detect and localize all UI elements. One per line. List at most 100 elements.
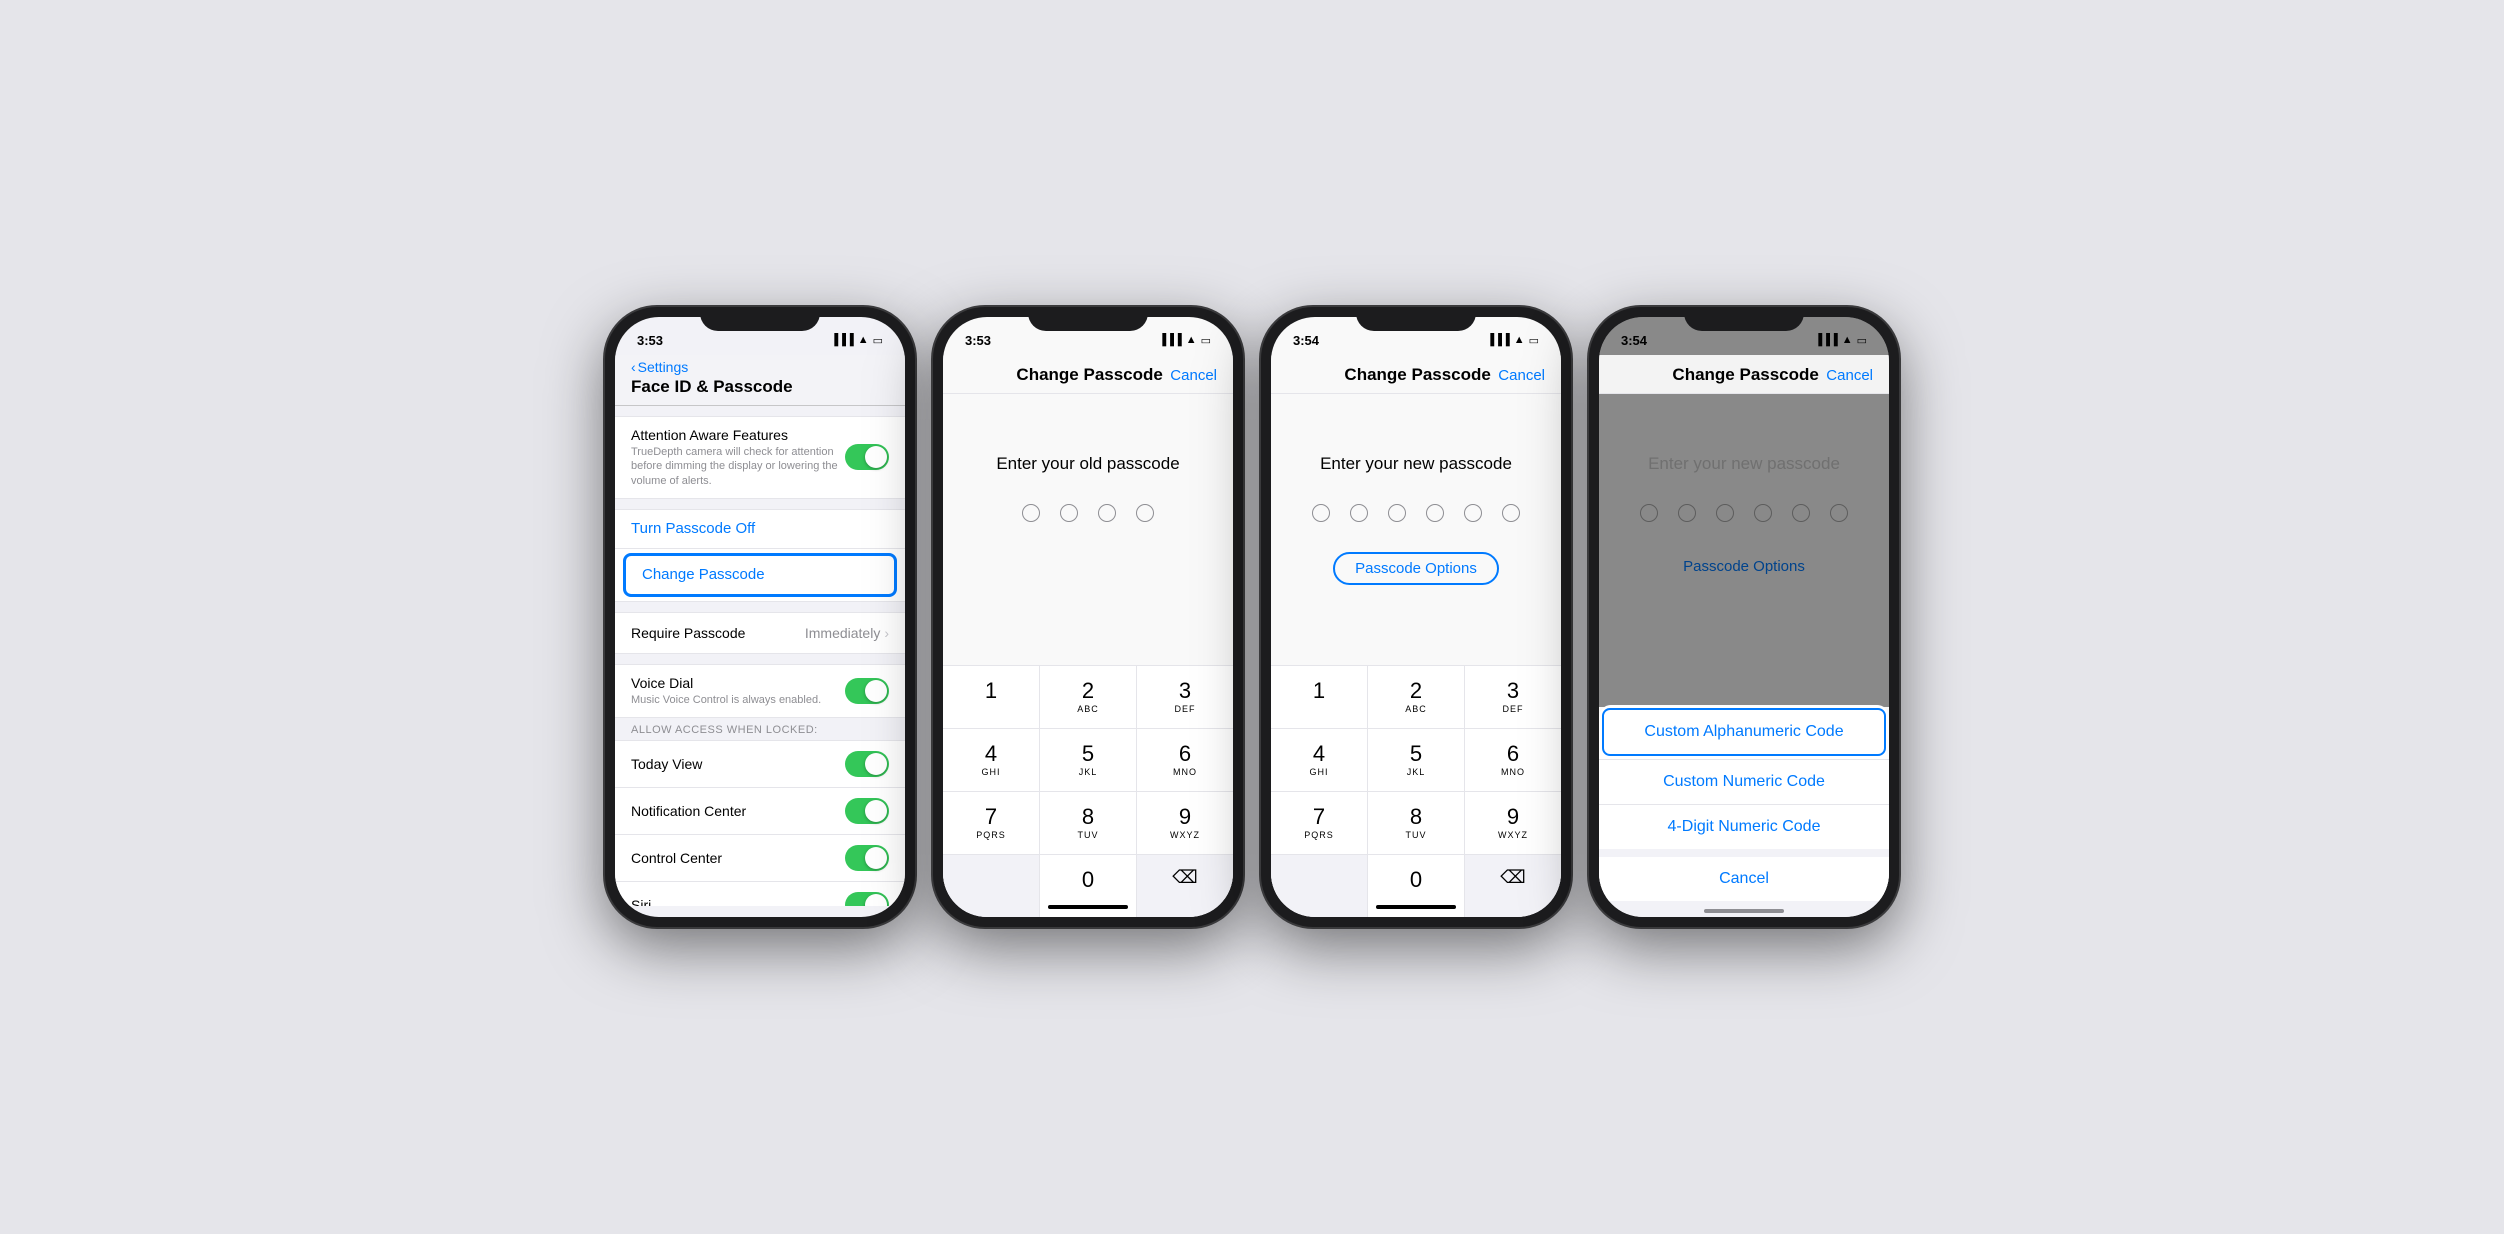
wifi-icon: ▲	[858, 334, 869, 346]
signal-icon-4: ▐▐▐	[1814, 334, 1837, 346]
cancel-btn-4[interactable]: Cancel	[1826, 367, 1873, 384]
home-bar-4	[1704, 909, 1784, 913]
custom-numeric-item[interactable]: Custom Numeric Code	[1599, 759, 1889, 804]
require-detail: Immediately	[805, 625, 880, 641]
page-title-1: Face ID & Passcode	[631, 377, 889, 397]
notification-center-label: Notification Center	[631, 803, 746, 819]
turn-passcode-off-row[interactable]: Turn Passcode Off	[615, 509, 905, 549]
key-3-5[interactable]: 5JKL	[1368, 729, 1464, 791]
key-3-8[interactable]: 8TUV	[1368, 792, 1464, 854]
passcode-dots-3	[1271, 504, 1561, 522]
allow-access-header: ALLOW ACCESS WHEN LOCKED:	[615, 718, 905, 740]
voice-dial-toggle[interactable]	[845, 678, 889, 704]
dot-2-3	[1098, 504, 1116, 522]
require-passcode-row[interactable]: Require Passcode Immediately ›	[615, 612, 905, 654]
wifi-icon-3: ▲	[1514, 334, 1525, 346]
require-chevron: ›	[884, 625, 889, 641]
today-view-toggle[interactable]	[845, 751, 889, 777]
wifi-icon-2: ▲	[1186, 334, 1197, 346]
action-sheet-cancel[interactable]: Cancel	[1599, 857, 1889, 901]
today-view-label: Today View	[631, 756, 702, 772]
status-icons-2: ▐▐▐ ▲ ▭	[1158, 334, 1211, 347]
row-attention: Attention Aware Features TrueDepth camer…	[615, 416, 905, 499]
custom-alpha-item[interactable]: Custom Alphanumeric Code	[1602, 708, 1886, 756]
key-2-1[interactable]: 1	[943, 666, 1039, 728]
custom-alpha-wrapper: Custom Alphanumeric Code	[1599, 705, 1889, 759]
voice-dial-label: Voice Dial	[631, 675, 821, 691]
action-sheet-4: Custom Alphanumeric Code Custom Numeric …	[1599, 705, 1889, 917]
back-label-1: Settings	[638, 359, 689, 375]
time-4: 3:54	[1621, 333, 1647, 348]
key-3-3[interactable]: 3DEF	[1465, 666, 1561, 728]
battery-icon-4: ▭	[1857, 334, 1867, 347]
status-icons-3: ▐▐▐ ▲ ▭	[1486, 334, 1539, 347]
key-3-6[interactable]: 6MNO	[1465, 729, 1561, 791]
require-label: Require Passcode	[631, 625, 745, 641]
settings-content-1: Attention Aware Features TrueDepth camer…	[615, 406, 905, 906]
notch-4	[1684, 307, 1804, 331]
home-indicator-2	[943, 905, 1233, 909]
key-2-6[interactable]: 6MNO	[1137, 729, 1233, 791]
phones-container: 3:53 ▐▐▐ ▲ ▭ ‹ Settings Face ID & Passco…	[605, 307, 1899, 927]
attention-label: Attention Aware Features	[631, 427, 845, 443]
numpad-3: 1 2ABC 3DEF 4GHI 5JKL 6MNO 7PQRS 8TUV 9W…	[1271, 665, 1561, 917]
change-passcode-wrapper: Change Passcode	[615, 549, 905, 602]
key-2-9[interactable]: 9WXYZ	[1137, 792, 1233, 854]
key-3-1[interactable]: 1	[1271, 666, 1367, 728]
phone-3: 3:54 ▐▐▐ ▲ ▭ Change Passcode Cancel Ente…	[1261, 307, 1571, 927]
status-icons-4: ▐▐▐ ▲ ▭	[1814, 334, 1867, 347]
passcode-prompt-2: Enter your old passcode	[943, 454, 1233, 474]
key-2-3[interactable]: 3DEF	[1137, 666, 1233, 728]
cancel-btn-2[interactable]: Cancel	[1170, 367, 1217, 384]
key-2-8[interactable]: 8TUV	[1040, 792, 1136, 854]
key-3-2[interactable]: 2ABC	[1368, 666, 1464, 728]
passcode-nav-4: Change Passcode Cancel	[1599, 355, 1889, 394]
dot-2-1	[1022, 504, 1040, 522]
four-digit-item[interactable]: 4-Digit Numeric Code	[1599, 804, 1889, 849]
wifi-icon-4: ▲	[1842, 334, 1853, 346]
signal-icon: ▐▐▐	[830, 334, 853, 346]
notification-center-toggle[interactable]	[845, 798, 889, 824]
cancel-btn-3[interactable]: Cancel	[1498, 367, 1545, 384]
dot-3-3	[1388, 504, 1406, 522]
key-2-2[interactable]: 2ABC	[1040, 666, 1136, 728]
passcode-options-btn-3[interactable]: Passcode Options	[1333, 552, 1499, 585]
key-3-4[interactable]: 4GHI	[1271, 729, 1367, 791]
notch-3	[1356, 307, 1476, 331]
dot-2-4	[1136, 504, 1154, 522]
attention-sub: TrueDepth camera will check for attentio…	[631, 445, 845, 488]
siri-row: Siri	[615, 882, 905, 906]
attention-toggle[interactable]	[845, 444, 889, 470]
home-bar-3	[1376, 905, 1456, 909]
today-view-row: Today View	[615, 740, 905, 788]
back-button-1[interactable]: ‹ Settings	[631, 359, 889, 375]
change-passcode-label: Change Passcode	[642, 566, 765, 583]
time-1: 3:53	[637, 333, 663, 348]
battery-icon-3: ▭	[1529, 334, 1539, 347]
dot-3-6	[1502, 504, 1520, 522]
signal-icon-2: ▐▐▐	[1158, 334, 1181, 346]
turn-passcode-off-label: Turn Passcode Off	[631, 520, 755, 537]
signal-icon-3: ▐▐▐	[1486, 334, 1509, 346]
notch-2	[1028, 307, 1148, 331]
numpad-2: 1 2ABC 3DEF 4GHI 5JKL 6MNO 7PQRS 8TUV 9W…	[943, 665, 1233, 917]
control-center-toggle[interactable]	[845, 845, 889, 871]
dot-2-2	[1060, 504, 1078, 522]
screen-3: 3:54 ▐▐▐ ▲ ▭ Change Passcode Cancel Ente…	[1271, 317, 1561, 917]
siri-toggle[interactable]	[845, 892, 889, 906]
key-2-4[interactable]: 4GHI	[943, 729, 1039, 791]
dot-3-1	[1312, 504, 1330, 522]
passcode-options-wrapper-3: Passcode Options	[1271, 552, 1561, 605]
phone-2: 3:53 ▐▐▐ ▲ ▭ Change Passcode Cancel Ente…	[933, 307, 1243, 927]
require-detail-group: Immediately ›	[805, 625, 889, 641]
dot-3-2	[1350, 504, 1368, 522]
key-2-7[interactable]: 7PQRS	[943, 792, 1039, 854]
change-passcode-row[interactable]: Change Passcode	[623, 553, 897, 597]
passcode-title-3: Change Passcode	[1344, 365, 1490, 385]
key-3-9[interactable]: 9WXYZ	[1465, 792, 1561, 854]
voice-dial-sub: Music Voice Control is always enabled.	[631, 693, 821, 707]
key-2-5[interactable]: 5JKL	[1040, 729, 1136, 791]
voice-dial-content: Voice Dial Music Voice Control is always…	[631, 675, 821, 707]
row-attention-content: Attention Aware Features TrueDepth camer…	[631, 427, 845, 488]
key-3-7[interactable]: 7PQRS	[1271, 792, 1367, 854]
